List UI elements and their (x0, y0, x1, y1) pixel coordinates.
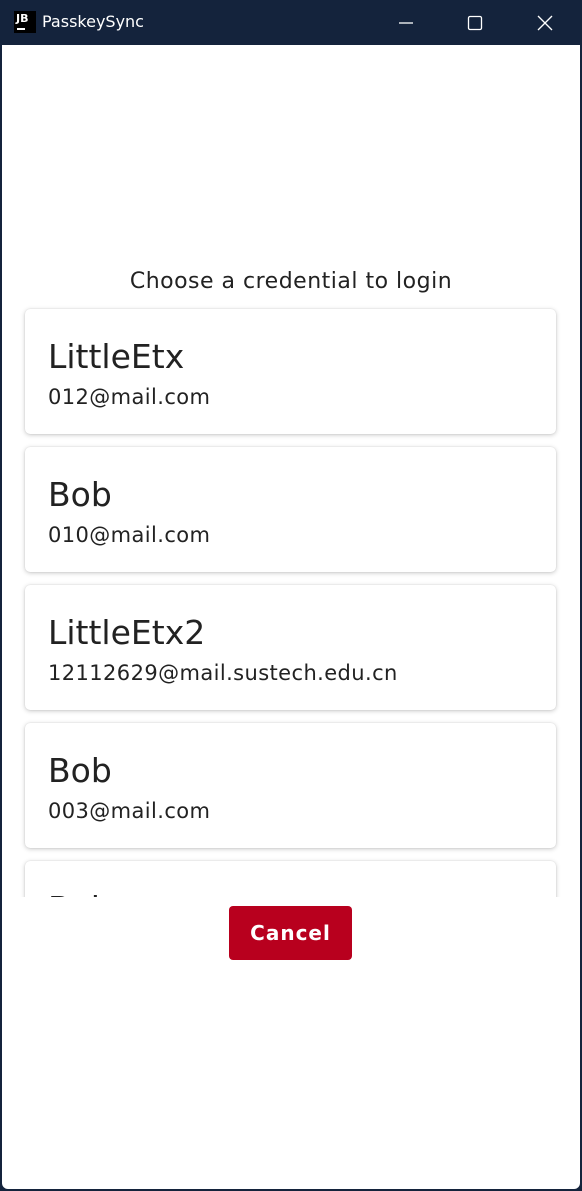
app-window: JB PasskeySync Choose a credential to lo… (0, 0, 582, 1191)
page-heading: Choose a credential to login (129, 269, 453, 294)
close-icon (537, 15, 553, 30)
credential-email: 12112629@mail.sustech.edu.cn (48, 661, 398, 685)
content-area: Choose a credential to login LittleEtx 0… (2, 45, 580, 1189)
cancel-button[interactable]: Cancel (229, 906, 352, 960)
credential-name: Bob (48, 751, 112, 790)
credential-name: LittleEtx2 (48, 613, 206, 652)
credential-card[interactable]: LittleEtx 012@mail.com (25, 309, 556, 434)
credential-email: 003@mail.com (48, 799, 211, 823)
credential-email: 010@mail.com (48, 523, 211, 547)
minimize-button[interactable] (371, 0, 441, 45)
credential-card[interactable]: Bob (25, 861, 556, 897)
credential-card[interactable]: Bob 003@mail.com (25, 723, 556, 848)
title-bar[interactable]: JB PasskeySync (0, 0, 582, 45)
close-button[interactable] (510, 0, 580, 45)
credential-email: 012@mail.com (48, 385, 211, 409)
maximize-button[interactable] (440, 0, 510, 45)
credential-name: Bob (48, 889, 112, 897)
app-logo-text: JB (16, 12, 29, 25)
window-title: PasskeySync (42, 12, 144, 31)
credential-name: Bob (48, 475, 112, 514)
maximize-icon (467, 15, 483, 30)
minimize-icon (399, 21, 413, 24)
credential-list[interactable]: LittleEtx 012@mail.com Bob 010@mail.com … (2, 300, 580, 897)
credential-card[interactable]: Bob 010@mail.com (25, 447, 556, 572)
credential-card[interactable]: LittleEtx2 12112629@mail.sustech.edu.cn (25, 585, 556, 710)
app-logo-icon: JB (14, 11, 36, 33)
credential-name: LittleEtx (48, 337, 185, 376)
